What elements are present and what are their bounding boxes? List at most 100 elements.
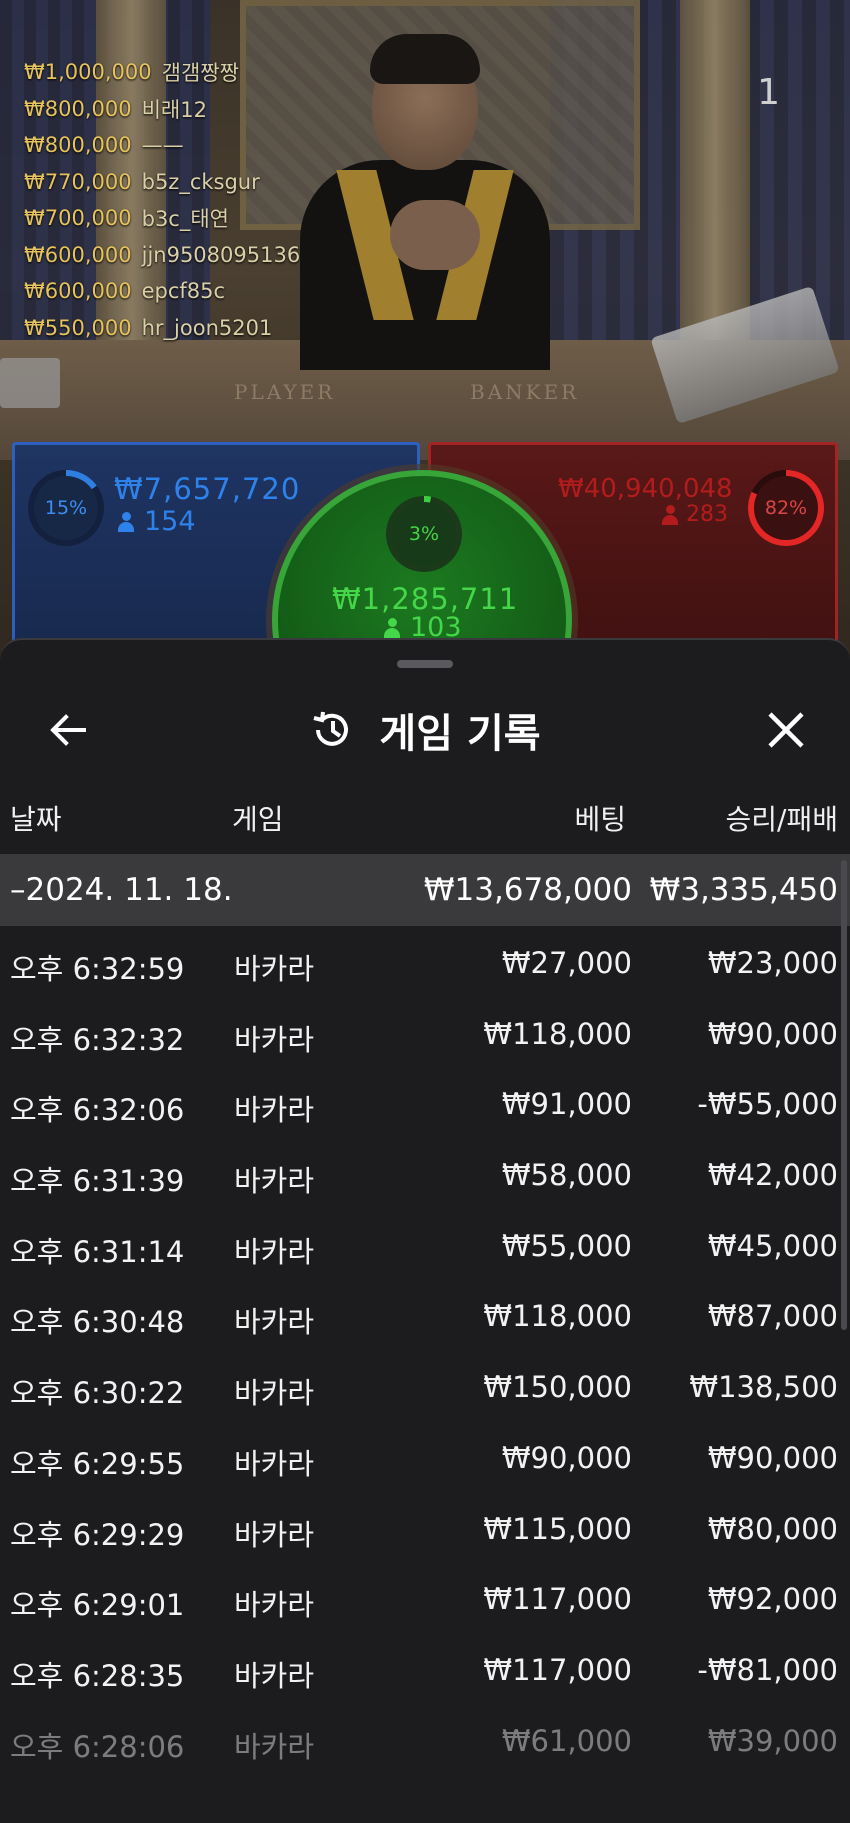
leaderboard-amount: ₩700,000 [24,206,132,231]
row-bet: ₩118,000 [483,1299,632,1334]
leaderboard-row: ₩1,000,000 갬갬짱짱 [24,54,300,91]
sheet-title: 게임 기록 [379,711,541,757]
row-game: 바카라 [234,1588,315,1623]
leaderboard-user: 갬갬짱짱 [161,61,239,86]
history-row[interactable]: 오후 6:29:01 바카라 ₩117,000 ₩92,000 [0,1562,850,1633]
row-time: 오후 6:28:35 [10,1658,185,1693]
history-icon [313,711,349,746]
banker-percent: 82% [764,497,808,519]
history-row[interactable]: 오후 6:30:22 바카라 ₩150,000 ₩138,500 [0,1350,850,1421]
close-button[interactable] [758,702,814,758]
live-video-stream: PLAYER BANKER ₩1,000,000 갬갬짱짱 ₩800,000 비래12… [0,0,850,680]
leaderboard-amount: ₩550,000 [24,315,132,340]
row-game: 바카라 [234,1164,315,1199]
drag-handle[interactable] [397,660,453,668]
player-percent: 15% [44,497,88,519]
date-group-row[interactable]: –2024. 11. 18. ₩13,678,000 ₩3,335,450 [0,854,850,926]
history-row[interactable]: 오후 6:32:59 바카라 ₩27,000 ₩23,000 [0,926,850,997]
row-result: ₩87,000 [707,1299,838,1334]
row-game: 바카라 [234,1093,315,1128]
row-result: ₩23,000 [707,946,838,980]
pillar-right [680,0,750,360]
row-game: 바카라 [234,1022,315,1057]
row-result: ₩39,000 [707,1723,838,1758]
row-result: -₩55,000 [697,1087,838,1122]
leaderboard-user: 비래12 [141,97,207,122]
leaderboard-row: ₩800,000 —— [24,127,300,164]
banker-count-value: 283 [686,502,728,527]
row-game: 바카라 [234,1376,315,1411]
row-result: ₩92,000 [707,1582,838,1617]
row-game: 바카라 [234,952,315,986]
person-icon [118,511,134,532]
row-result: -₩81,000 [697,1652,838,1687]
player-percent-ring: 15% [28,470,104,546]
discard-tray [0,358,60,408]
leaderboard-row: ₩600,000 epcf85c [24,273,300,310]
row-result: ₩45,000 [707,1228,838,1263]
history-row[interactable]: 오후 6:28:06 바카라 ₩61,000 ₩39,000 [0,1704,850,1775]
row-bet: ₩58,000 [501,1158,632,1193]
dealer-figure [300,30,550,370]
history-row[interactable]: 오후 6:31:39 바카라 ₩58,000 ₩42,000 [0,1138,850,1209]
leaderboard-user: jjn9508095136 [141,242,301,267]
group-bet-total: ₩13,678,000 [423,872,632,908]
row-time: 오후 6:32:59 [10,952,185,986]
history-row[interactable]: 오후 6:29:29 바카라 ₩115,000 ₩80,000 [0,1492,850,1563]
row-bet: ₩90,000 [501,1440,632,1475]
leaderboard-amount: ₩1,000,000 [24,60,152,85]
history-row[interactable]: 오후 6:32:06 바카라 ₩91,000 -₩55,000 [0,1067,850,1138]
history-row[interactable]: 오후 6:28:35 바카라 ₩117,000 -₩81,000 [0,1633,850,1704]
winners-leaderboard: ₩1,000,000 갬갬짱짱 ₩800,000 비래12 ₩800,000 —— ₩770… [24,54,300,346]
row-game: 바카라 [234,1305,315,1340]
close-icon [768,712,804,748]
scrollbar[interactable] [841,860,847,1330]
table-label-player: PLAYER [234,380,336,404]
history-row[interactable]: 오후 6:30:48 바카라 ₩118,000 ₩87,000 [0,1279,850,1350]
row-time: 오후 6:31:39 [10,1164,185,1199]
group-date: –2024. 11. 18. [10,872,233,908]
leaderboard-user: b3c_태연 [141,207,229,232]
column-date: 날짜 [10,803,62,836]
leaderboard-amount: ₩800,000 [24,133,132,158]
row-time: 오후 6:28:06 [10,1729,185,1764]
leaderboard-user: b5z_cksgur [141,169,260,194]
history-row[interactable]: 오후 6:31:14 바카라 ₩55,000 ₩45,000 [0,1209,850,1280]
row-result: ₩42,000 [707,1158,838,1193]
sheet-header: 게임 기록 [0,688,850,778]
row-bet: ₩91,000 [501,1087,632,1122]
column-result: 승리/패배 [725,803,838,836]
leaderboard-user: hr_joon5201 [141,315,273,340]
row-bet: ₩150,000 [483,1370,632,1405]
sheet-title-group: 게임 기록 [0,702,850,758]
leaderboard-row: ₩600,000 jjn9508095136 [24,237,300,274]
row-time: 오후 6:32:06 [10,1093,185,1128]
row-game: 바카라 [234,1446,315,1481]
viewer-badge: 1 [757,72,780,113]
row-bet: ₩117,000 [483,1652,632,1687]
row-time: 오후 6:29:55 [10,1446,185,1481]
table-label-banker: BANKER [470,380,580,404]
leaderboard-amount: ₩600,000 [24,242,132,267]
row-game: 바카라 [234,1234,315,1269]
row-bet: ₩115,000 [483,1511,632,1546]
history-row[interactable]: 오후 6:32:32 바카라 ₩118,000 ₩90,000 [0,997,850,1068]
history-row[interactable]: 오후 6:29:55 바카라 ₩90,000 ₩90,000 [0,1421,850,1492]
row-result: ₩90,000 [707,1016,838,1051]
leaderboard-user: —— [141,133,184,158]
row-time: 오후 6:31:14 [10,1234,185,1269]
column-bet: 베팅 [574,803,626,836]
group-result-total: ₩3,335,450 [649,872,838,908]
row-time: 오후 6:30:22 [10,1376,185,1411]
banker-percent-ring: 82% [748,470,824,546]
row-time: 오후 6:29:01 [10,1588,185,1623]
row-bet: ₩118,000 [483,1016,632,1051]
leaderboard-row: ₩770,000 b5z_cksgur [24,164,300,201]
row-bet: ₩117,000 [483,1582,632,1617]
player-bettor-count: 154 [118,506,196,537]
row-bet: ₩55,000 [501,1228,632,1263]
row-bet: ₩27,000 [501,946,632,980]
row-time: 오후 6:30:48 [10,1305,185,1340]
player-count-value: 154 [144,506,196,537]
tie-percent-ring: 3% [386,496,462,572]
